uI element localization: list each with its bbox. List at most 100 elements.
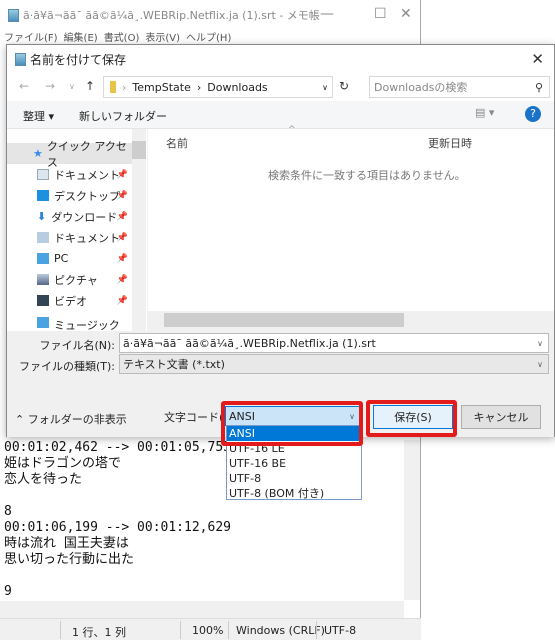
sidebar-label: ミュージック xyxy=(54,319,120,331)
sidebar-item-downloads[interactable]: ⬇ ダウンロード 📌 xyxy=(7,206,132,227)
sidebar-item-pictures[interactable]: ピクチャ 📌 xyxy=(7,269,132,290)
status-bar: 1 行、1 列 100% Windows (CRLF) UTF-8 xyxy=(0,618,421,640)
back-icon[interactable]: ← xyxy=(19,79,29,93)
sort-icon: ^ xyxy=(288,125,296,135)
encoding-option-utf16be[interactable]: UTF-16 BE xyxy=(227,456,361,471)
sidebar-item-desktop[interactable]: デスクトップ 📌 xyxy=(7,185,132,206)
dialog-title: 名前を付けて保存 xyxy=(30,52,127,67)
sidebar-label: ビデオ xyxy=(54,294,87,308)
file-list: ^ 名前 更新日時 検索条件に一致する項目はありません。 xyxy=(148,125,554,331)
search-placeholder: Downloadsの検索 xyxy=(374,81,468,94)
pin-icon: 📌 xyxy=(116,295,128,306)
menu-view[interactable]: 表示(V) xyxy=(145,29,180,45)
filetype-label: ファイルの種類(T): xyxy=(18,360,115,373)
menu-help[interactable]: ヘルプ(H) xyxy=(186,29,231,45)
vertical-scrollbar[interactable] xyxy=(404,440,420,600)
encoding-option-utf8[interactable]: UTF-8 xyxy=(227,471,361,486)
recent-chevron-icon[interactable]: ∨ xyxy=(69,82,75,91)
desktop-icon xyxy=(37,190,49,201)
navigation-bar: ← → ∨ ↑ › TempState › Downloads ∨ ↻ Down… xyxy=(7,73,554,101)
notepad-icon xyxy=(8,8,19,22)
help-icon[interactable]: ? xyxy=(525,106,541,122)
sidebar-item-documents[interactable]: ドキュメント 📌 xyxy=(7,164,132,185)
menu-format[interactable]: 書式(O) xyxy=(104,29,140,45)
pin-icon: 📌 xyxy=(116,190,128,201)
dialog-close-button[interactable]: ✕ xyxy=(531,50,544,68)
filetype-select[interactable]: テキスト文書 (*.txt) ∨ xyxy=(119,354,549,374)
notepad-title-bar: ã·ã¥ã¬ãã¯ ãã©ã¼ã¸.WEBRip.Netflix.ja (1).… xyxy=(0,0,421,30)
cancel-button[interactable]: キャンセル xyxy=(461,405,541,429)
organize-button[interactable]: 整理 ▾ xyxy=(23,108,54,124)
document-icon xyxy=(37,169,49,180)
download-icon: ⬇ xyxy=(37,210,47,223)
navigation-pane: ★ クイック アクセス ドキュメント 📌 デスクトップ 📌 ⬇ ダウンロード 📌 ドキ… xyxy=(7,129,147,331)
sidebar-label: ダウンロード xyxy=(51,210,118,224)
filename-value: ã·ã¥ã¬ãã¯ ãã©ã¼ã¸.WEBRip.Netflix.ja (1).… xyxy=(123,336,376,350)
pin-icon: 📌 xyxy=(116,253,128,264)
sidebar-scrollbar[interactable] xyxy=(132,129,146,331)
pin-icon: 📌 xyxy=(116,274,128,285)
filename-input[interactable]: ã·ã¥ã¬ãã¯ ãã©ã¼ã¸.WEBRip.Netflix.ja (1).… xyxy=(119,333,549,353)
new-folder-button[interactable]: 新しいフォルダー xyxy=(79,108,167,124)
encoding-option-utf8-bom[interactable]: UTF-8 (BOM 付き) xyxy=(227,486,361,501)
notepad-title: ã·ã¥ã¬ãã¯ ãã©ã¼ã¸.WEBRip.Netflix.ja (1).… xyxy=(23,9,320,22)
view-options-icon[interactable]: ▤ ▾ xyxy=(475,106,494,119)
pin-icon: 📌 xyxy=(116,211,128,222)
column-header-modified[interactable]: 更新日時 xyxy=(428,135,472,151)
minimize-button[interactable]: — xyxy=(320,6,334,22)
filename-label: ファイル名(N): xyxy=(39,339,115,352)
breadcrumb-downloads[interactable]: Downloads xyxy=(207,81,267,94)
sidebar-label: ドキュメント xyxy=(54,168,120,182)
search-icon: ⚲ xyxy=(534,80,543,94)
chevron-up-icon: ⌃ xyxy=(15,413,28,426)
pin-icon: 📌 xyxy=(116,232,128,243)
sidebar-label: PC xyxy=(54,252,69,265)
dialog-icon xyxy=(15,52,26,66)
zoom-level: 100% xyxy=(192,624,224,637)
document-icon xyxy=(37,232,49,243)
highlight-save-box xyxy=(366,400,457,437)
filetype-dropdown-icon[interactable]: ∨ xyxy=(537,360,543,369)
dialog-title-bar: 名前を付けて保存 ✕ xyxy=(7,45,554,73)
refresh-icon[interactable]: ↻ xyxy=(339,79,349,93)
line-ending: Windows (CRLF) xyxy=(236,624,325,637)
sidebar-label: ドキュメント xyxy=(54,231,120,245)
maximize-button[interactable]: ☐ xyxy=(374,6,387,22)
forward-icon[interactable]: → xyxy=(45,79,55,93)
address-bar[interactable]: › TempState › Downloads ∨ xyxy=(103,76,333,98)
pc-icon xyxy=(37,253,49,264)
pictures-icon xyxy=(37,274,49,285)
sidebar-item-documents-2[interactable]: ドキュメント 📌 xyxy=(7,227,132,248)
sidebar-label: ピクチャ xyxy=(54,273,98,287)
notepad-close-button[interactable]: ✕ xyxy=(400,6,412,22)
highlight-encoding-box xyxy=(221,401,363,446)
empty-message: 検索条件に一致する項目はありません。 xyxy=(268,169,466,182)
horizontal-scrollbar[interactable] xyxy=(0,601,404,618)
up-icon[interactable]: ↑ xyxy=(85,79,95,93)
file-list-hscrollbar[interactable] xyxy=(148,311,554,331)
folder-icon xyxy=(110,81,116,93)
video-icon xyxy=(37,295,49,306)
text-editor[interactable]: 00:01:02,462 --> 00:01:05,755 姫はドラゴンの塔で … xyxy=(4,440,231,616)
filetype-value: テキスト文書 (*.txt) xyxy=(123,358,225,371)
star-icon: ★ xyxy=(33,147,43,160)
sidebar-item-quick-access[interactable]: ★ クイック アクセス xyxy=(7,140,132,169)
music-icon xyxy=(37,317,49,328)
pin-icon: 📌 xyxy=(116,169,128,180)
menu-file[interactable]: ファイル(F) xyxy=(4,29,58,45)
save-as-dialog: 名前を付けて保存 ✕ ← → ∨ ↑ › TempState › Downloa… xyxy=(6,44,555,437)
breadcrumb-tempstate[interactable]: TempState xyxy=(132,81,190,94)
sidebar-item-videos[interactable]: ビデオ 📌 xyxy=(7,290,132,311)
dialog-toolbar: 整理 ▾ 新しいフォルダー ▤ ▾ ? xyxy=(7,101,554,129)
menu-edit[interactable]: 編集(E) xyxy=(64,29,98,45)
status-encoding: UTF-8 xyxy=(324,624,357,637)
column-header-name[interactable]: 名前 xyxy=(166,135,188,151)
hide-folders-label: フォルダーの非表示 xyxy=(27,413,127,426)
sidebar-item-music[interactable]: ミュージック xyxy=(7,311,132,331)
hide-folders-button[interactable]: ⌃ フォルダーの非表示 xyxy=(15,411,127,427)
filename-dropdown-icon[interactable]: ∨ xyxy=(537,339,543,348)
search-input[interactable]: Downloadsの検索 ⚲ xyxy=(369,76,550,98)
cursor-position: 1 行、1 列 xyxy=(72,626,126,639)
address-dropdown-icon[interactable]: ∨ xyxy=(322,83,328,92)
sidebar-item-pc[interactable]: PC 📌 xyxy=(7,248,132,269)
